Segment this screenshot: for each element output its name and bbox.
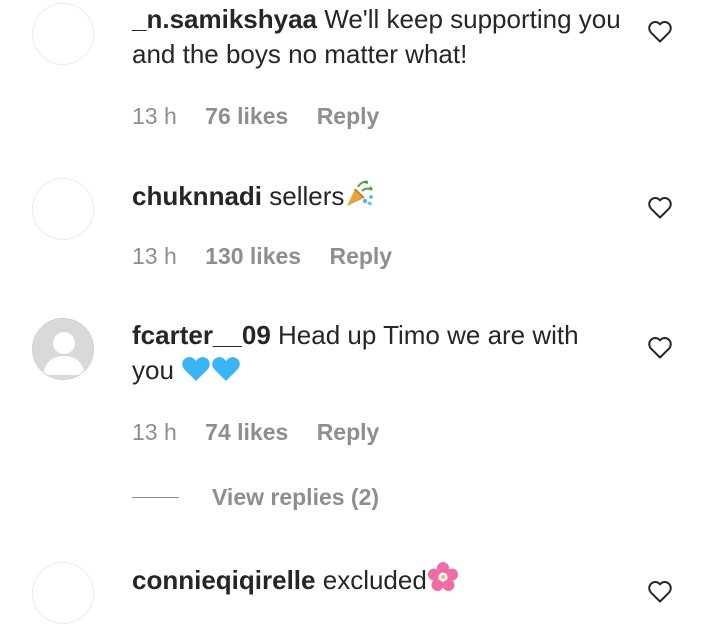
like-heart-icon[interactable] xyxy=(647,336,673,360)
comment-text: excluded xyxy=(322,565,427,595)
cherry-blossom-icon xyxy=(427,561,459,602)
comment-time: 13 h xyxy=(132,103,177,129)
comment-meta: 13 h 130 likes Reply xyxy=(132,243,414,270)
comment-username[interactable]: connieqiqirelle xyxy=(132,565,316,595)
view-replies-label[interactable]: View replies (2) xyxy=(212,484,379,510)
comment-text: sellers xyxy=(269,181,345,211)
comment-body: _n.samikshyaa We'll keep supporting you … xyxy=(132,2,622,72)
avatar[interactable] xyxy=(32,178,94,240)
comment-meta: 13 h 76 likes Reply xyxy=(132,103,401,130)
view-replies-divider xyxy=(132,497,179,498)
comment-body: connieqiqirelle excluded xyxy=(132,561,622,602)
comment-likes[interactable]: 76 likes xyxy=(205,103,288,129)
comment-body: fcarter__09 Head up Timo we are with you xyxy=(132,318,622,392)
like-heart-icon[interactable] xyxy=(647,580,673,604)
comment-likes[interactable]: 74 likes xyxy=(205,419,288,445)
reply-button[interactable]: Reply xyxy=(329,243,392,269)
comment-likes[interactable]: 130 likes xyxy=(205,243,301,269)
reply-button[interactable]: Reply xyxy=(317,103,380,129)
avatar-default[interactable] xyxy=(32,318,94,380)
avatar[interactable] xyxy=(32,3,94,65)
comment-meta: 13 h 74 likes Reply xyxy=(132,419,401,446)
comment-time: 13 h xyxy=(132,243,177,269)
reply-button[interactable]: Reply xyxy=(317,419,380,445)
comment-username[interactable]: _n.samikshyaa xyxy=(132,4,317,34)
comment-username[interactable]: fcarter__09 xyxy=(132,320,271,350)
comment-username[interactable]: chuknnadi xyxy=(132,181,262,211)
default-avatar-icon xyxy=(43,332,85,375)
view-replies-button[interactable]: View replies (2) xyxy=(132,484,379,514)
like-heart-icon[interactable] xyxy=(647,196,673,220)
blue-heart-icon xyxy=(181,355,241,392)
comment-body: chuknnadi sellers xyxy=(132,177,622,218)
comment-time: 13 h xyxy=(132,419,177,445)
confetti-ball-icon xyxy=(344,177,376,218)
avatar[interactable] xyxy=(32,562,94,624)
like-heart-icon[interactable] xyxy=(647,20,673,44)
